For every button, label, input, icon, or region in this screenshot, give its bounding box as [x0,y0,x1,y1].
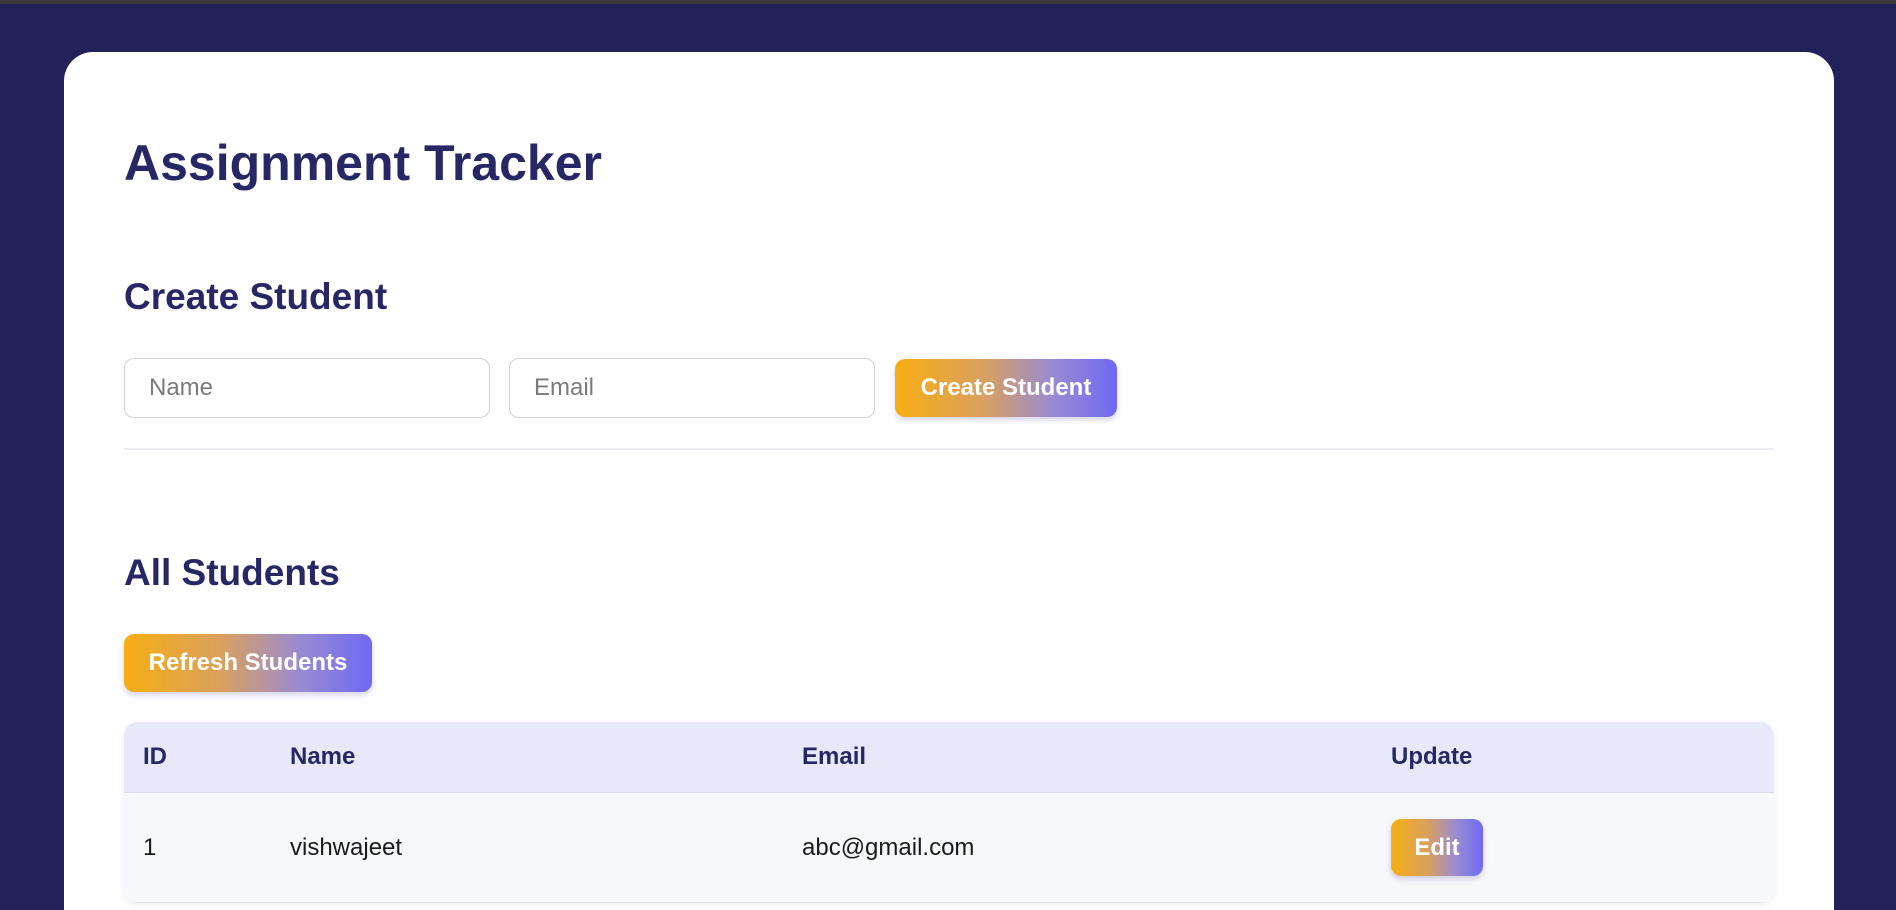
main-card: Assignment Tracker Create Student Create… [64,52,1834,910]
cell-email: abc@gmail.com [802,833,975,861]
page-title: Assignment Tracker [124,135,602,191]
column-header-update: Update [1391,743,1473,770]
email-input[interactable] [509,358,875,418]
create-student-button[interactable]: Create Student [895,359,1117,417]
column-header-name: Name [290,743,356,770]
name-input[interactable] [124,358,490,418]
cell-id: 1 [143,833,157,861]
window-top-strip [0,0,1896,4]
create-student-heading: Create Student [124,276,388,317]
create-student-form: Create Student [124,358,1117,418]
table-header-row: ID Name Email Update [124,722,1774,793]
section-divider [124,448,1774,450]
refresh-students-button[interactable]: Refresh Students [124,634,372,692]
all-students-heading: All Students [124,552,340,593]
column-header-id: ID [143,743,167,770]
edit-button[interactable]: Edit [1391,819,1483,876]
table-row: 1 vishwajeet abc@gmail.com Edit [124,793,1774,903]
cell-name: vishwajeet [290,833,403,861]
column-header-email: Email [802,743,867,770]
students-table: ID Name Email Update 1 vishwajeet abc@gm… [124,722,1774,903]
cell-update: Edit [1391,819,1774,876]
